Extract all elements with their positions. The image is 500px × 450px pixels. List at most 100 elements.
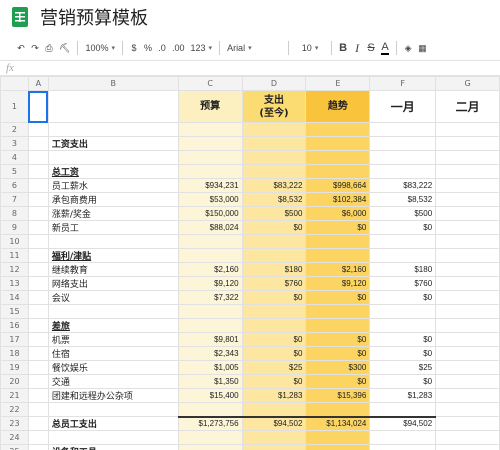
cell-a[interactable] [27,192,49,207]
select-all-corner[interactable] [0,76,29,91]
january-cell[interactable] [369,402,437,417]
row-header[interactable]: 6 [0,178,29,193]
row-label[interactable]: 餐饮娱乐 [47,360,179,375]
budget-cell[interactable] [177,234,243,249]
row-header[interactable]: 13 [0,276,29,291]
trend-cell[interactable]: $0 [305,220,371,235]
row-label[interactable]: 设备和工具 [47,444,179,450]
budget-cell[interactable] [177,304,243,319]
row-header[interactable]: 12 [0,262,29,277]
spend-cell[interactable]: $1,283 [241,388,307,403]
zoom-select[interactable]: 100% [82,38,118,58]
row-header[interactable]: 21 [0,388,29,403]
february-cell[interactable] [435,276,500,291]
spend-cell[interactable] [241,122,307,137]
budget-cell[interactable]: $1,350 [177,374,243,389]
trend-cell[interactable]: $0 [305,332,371,347]
february-cell[interactable] [435,388,500,403]
row-header[interactable]: 24 [0,430,29,445]
row-label[interactable] [47,150,179,165]
february-cell[interactable] [435,374,500,389]
february-cell[interactable] [435,136,500,151]
spend-cell[interactable]: $760 [241,276,307,291]
trend-cell[interactable] [305,318,371,333]
cell-a[interactable] [27,136,49,151]
budget-cell[interactable] [177,122,243,137]
trend-cell[interactable] [305,402,371,417]
trend-cell[interactable]: $2,160 [305,262,371,277]
january-cell[interactable]: $0 [369,374,437,389]
text-color-button[interactable]: A [381,41,389,55]
february-cell[interactable] [435,206,500,221]
budget-cell[interactable]: $53,000 [177,192,243,207]
budget-cell[interactable] [177,136,243,151]
cell-a[interactable] [27,220,49,235]
undo-icon[interactable]: ↶ [14,38,28,58]
budget-cell[interactable]: $1,005 [177,360,243,375]
cell-a[interactable] [27,318,49,333]
trend-cell[interactable] [305,150,371,165]
spend-cell[interactable] [241,164,307,179]
row-label[interactable]: 工资支出 [47,136,179,151]
january-cell[interactable] [369,430,437,445]
spend-cell[interactable]: $94,502 [241,415,307,431]
row-header[interactable]: 18 [0,346,29,361]
january-cell[interactable] [369,164,437,179]
january-cell[interactable] [369,304,437,319]
row-header[interactable]: 9 [0,220,29,235]
cell-a[interactable] [27,248,49,263]
print-icon[interactable]: ⎙ [42,38,56,58]
row-header[interactable]: 4 [0,150,29,165]
budget-cell[interactable]: $9,120 [177,276,243,291]
spend-cell[interactable]: $180 [241,262,307,277]
more-formats-select[interactable]: 123 [188,38,216,58]
trend-cell[interactable] [305,304,371,319]
row-label[interactable] [47,402,179,417]
row-header[interactable]: 11 [0,248,29,263]
decrease-decimal-button[interactable]: .0 [155,38,169,58]
trend-cell[interactable]: $998,664 [305,178,371,193]
row-header[interactable]: 8 [0,206,29,221]
row-header[interactable]: 5 [0,164,29,179]
trend-cell[interactable]: $15,396 [305,388,371,403]
trend-cell[interactable] [305,444,371,450]
row-header[interactable]: 14 [0,290,29,305]
spend-cell[interactable] [241,430,307,445]
row-label[interactable]: 员工薪水 [47,178,179,193]
row-label[interactable]: 福利/津贴 [47,248,179,263]
january-cell[interactable]: $0 [369,290,437,305]
budget-cell[interactable] [177,318,243,333]
february-cell[interactable] [435,430,500,445]
february-cell[interactable] [435,122,500,137]
cell-a[interactable] [27,388,49,403]
february-cell[interactable] [435,234,500,249]
february-cell[interactable] [435,220,500,235]
cell[interactable] [47,90,179,123]
row-label[interactable]: 总工资 [47,164,179,179]
january-cell[interactable]: $8,532 [369,192,437,207]
row-label[interactable] [47,234,179,249]
january-cell[interactable] [369,234,437,249]
trend-header[interactable]: 趋势 [305,90,371,123]
borders-icon[interactable]: ▦ [415,38,430,58]
currency-format-button[interactable]: $ [127,38,141,58]
budget-cell[interactable]: $1,273,756 [177,415,243,431]
january-cell[interactable]: $83,222 [369,178,437,193]
document-title[interactable]: 营销预算模板 [40,4,148,30]
trend-cell[interactable]: $102,384 [305,192,371,207]
cell-a[interactable] [27,276,49,291]
trend-cell[interactable] [305,234,371,249]
spend-cell[interactable]: $0 [241,346,307,361]
trend-cell[interactable] [305,164,371,179]
spend-cell[interactable]: $0 [241,290,307,305]
column-header-c[interactable]: C [177,76,243,91]
row-label[interactable] [47,430,179,445]
trend-cell[interactable] [305,136,371,151]
february-cell[interactable] [435,178,500,193]
january-cell[interactable] [369,136,437,151]
row-label[interactable]: 总员工支出 [47,416,179,431]
spend-cell[interactable] [241,150,307,165]
budget-cell[interactable]: $7,322 [177,290,243,305]
percent-format-button[interactable]: % [141,38,155,58]
row-label[interactable]: 交通 [47,374,179,389]
